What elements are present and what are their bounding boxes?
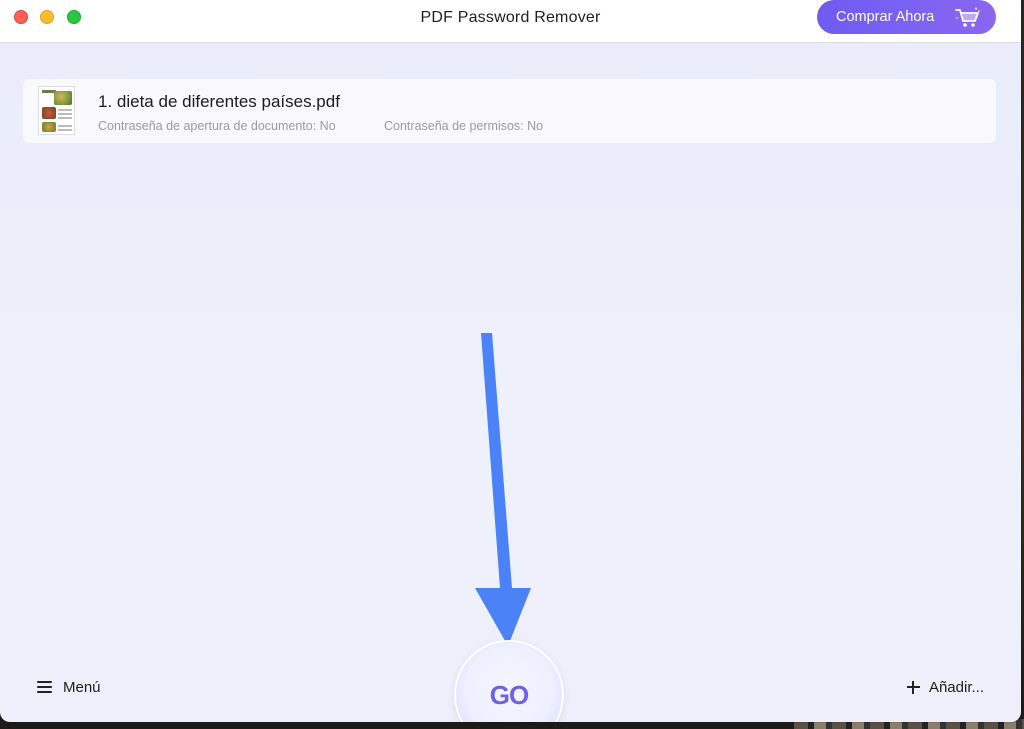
permissions-password-status: Contraseña de permisos: No [384, 119, 544, 133]
go-label: GO [489, 680, 529, 710]
title-bar: PDF Password Remover Comprar Ahora [0, 0, 1021, 43]
menu-button[interactable]: Menú [37, 676, 101, 698]
plus-icon [906, 680, 920, 694]
menu-label: Menú [63, 678, 101, 696]
cart-icon [955, 7, 980, 27]
app-window: PDF Password Remover Comprar Ahora 1. di… [0, 0, 1021, 722]
hamburger-menu-icon [37, 681, 52, 693]
add-label: Añadir... [928, 678, 984, 696]
file-list-item[interactable]: 1. dieta de diferentes países.pdf Contra… [23, 79, 996, 143]
open-password-status: Contraseña de apertura de documento: No [98, 119, 336, 133]
go-button[interactable]: GO [456, 642, 562, 722]
buy-now-label: Comprar Ahora [836, 9, 935, 25]
down-arrow-icon [475, 333, 531, 646]
pdf-thumbnail [38, 86, 75, 135]
buy-now-button[interactable]: Comprar Ahora [817, 0, 996, 34]
add-files-button[interactable]: Añadir... [906, 676, 984, 698]
file-name: 1. dieta de diferentes países.pdf [98, 92, 340, 111]
